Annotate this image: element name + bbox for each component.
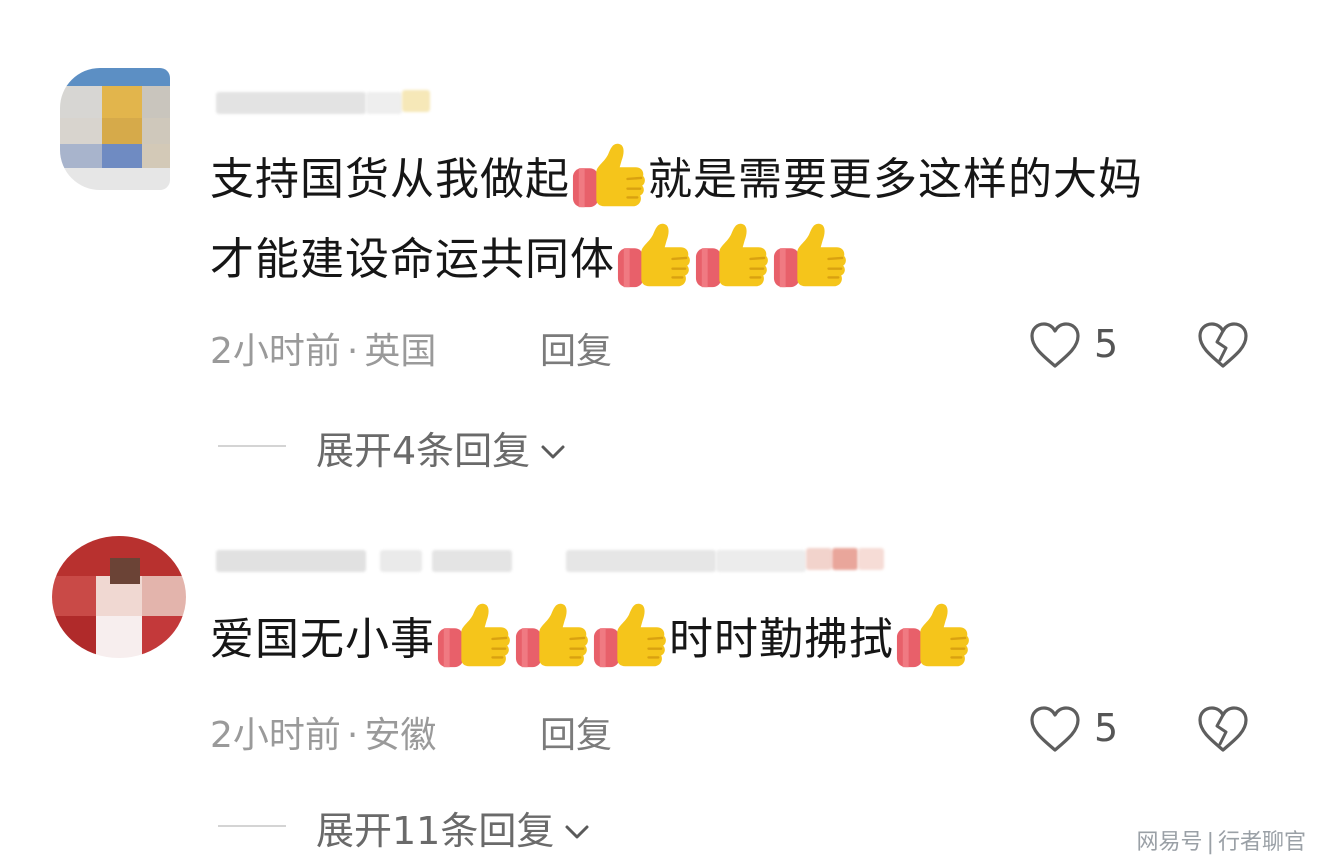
expand-replies-label: 展开11条回复 [316, 800, 592, 855]
watermark-author: 行者聊官 [1217, 830, 1306, 855]
thumbs-up-icon [571, 142, 647, 209]
broken-heart-icon [1198, 706, 1248, 752]
thumbs-up-icon [694, 222, 770, 289]
comment-meta: 2小时前 · 安徽 回复 [210, 706, 612, 756]
thumbs-up-icon [772, 222, 848, 289]
heart-outline-icon [1030, 706, 1080, 752]
comment-text-part: 爱国无小事 [210, 614, 435, 665]
comment-time: 2小时前 [210, 331, 341, 372]
dislike-button[interactable] [1196, 704, 1256, 760]
meta-separator: · [346, 715, 359, 756]
comment-text: 支持国货从我做起 就是需要更多这样的大妈 才能建设命运共同体 [210, 140, 1143, 300]
chevron-down-icon [541, 445, 565, 459]
divider-line [218, 825, 286, 827]
comment-text-part: 支持国货从我做起 [210, 154, 570, 205]
expand-replies-label: 展开4条回复 [316, 420, 568, 475]
heart-outline-icon [1030, 322, 1080, 368]
expand-replies-text: 展开4条回复 [316, 429, 531, 473]
comment-text-part: 就是需要更多这样的大妈 [648, 154, 1143, 205]
watermark-separator: | [1206, 830, 1214, 855]
expand-replies-text: 展开11条回复 [316, 809, 555, 853]
comment-location: 英国 [364, 331, 437, 372]
comment-item: 爱国无小事 时时勤拂拭 2小时前 · 安徽 回复 5 展开11条回复 [0, 500, 1320, 866]
watermark-platform: 网易号 [1136, 830, 1203, 855]
comment-text: 爱国无小事 时时勤拂拭 [210, 600, 972, 680]
comment-time: 2小时前 [210, 715, 341, 756]
broken-heart-icon [1198, 322, 1248, 368]
comment-meta: 2小时前 · 英国 回复 [210, 322, 612, 372]
watermark: 网易号 | 行者聊官 [1137, 824, 1306, 856]
chevron-down-icon [565, 825, 589, 839]
meta-separator: · [346, 331, 359, 372]
comment-location: 安徽 [364, 715, 437, 756]
comment-text-part: 时时勤拂拭 [669, 614, 894, 665]
comment-item: 支持国货从我做起 就是需要更多这样的大妈 才能建设命运共同体 2小时前 · 英国 回复… [0, 0, 1320, 500]
like-count: 5 [1094, 706, 1119, 750]
like-button[interactable]: 5 [1028, 704, 1148, 760]
dislike-button[interactable] [1196, 320, 1256, 376]
thumbs-up-icon [592, 602, 668, 669]
thumbs-up-icon [436, 602, 512, 669]
thumbs-up-icon [514, 602, 590, 669]
like-count: 5 [1094, 322, 1119, 366]
reply-button[interactable]: 回复 [540, 322, 612, 374]
divider-line [218, 445, 286, 447]
thumbs-up-icon [616, 222, 692, 289]
thumbs-up-icon [895, 602, 971, 669]
like-button[interactable]: 5 [1028, 320, 1148, 376]
comment-text-part: 才能建设命运共同体 [210, 234, 615, 285]
avatar[interactable] [52, 536, 186, 658]
reply-button[interactable]: 回复 [540, 706, 612, 758]
avatar[interactable] [60, 68, 170, 190]
